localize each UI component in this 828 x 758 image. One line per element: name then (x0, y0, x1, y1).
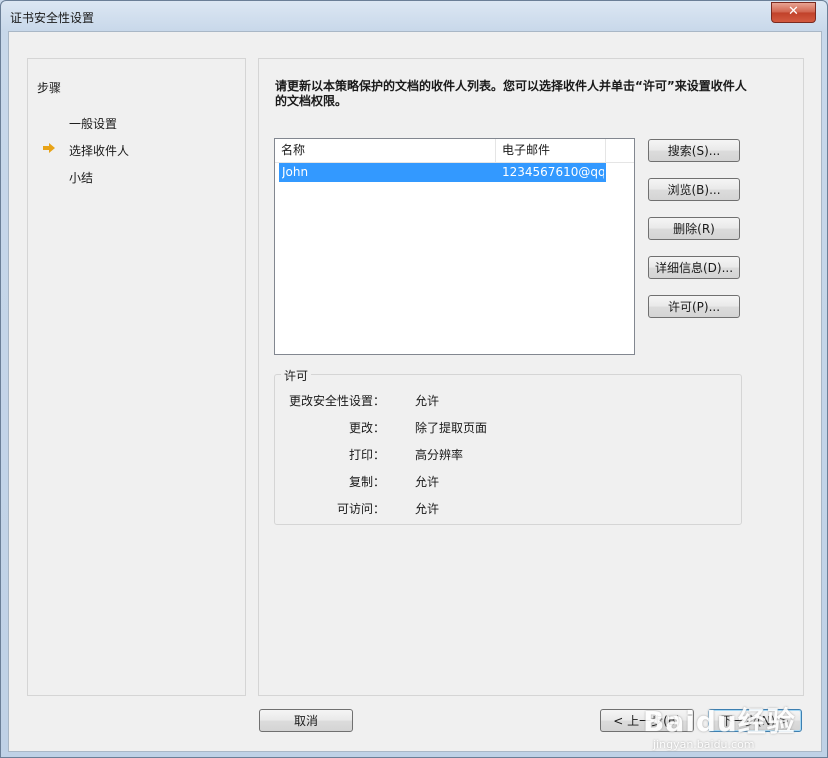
column-header-name[interactable]: 名称 (275, 139, 496, 162)
baidu-watermark: Baidu经验 jingyan.baidu.com (643, 700, 796, 751)
perm-label-accessible: 可访问： (336, 502, 385, 516)
main-panel: 请更新以本策略保护的文档的收件人列表。您可以选择收件人并单击“许可”来设置收件人… (258, 58, 804, 696)
recipient-name: John (282, 165, 309, 179)
steps-panel: 步骤 一般设置 选择收件人 小结 (27, 58, 246, 696)
step-select-recipients: 选择收件人 (69, 144, 130, 158)
close-button[interactable]: ✕ (771, 2, 816, 23)
recipient-email: 1234567610@qq.... (502, 165, 604, 179)
perm-label-change-security: 更改安全性设置： (288, 394, 385, 408)
instructions-text: 请更新以本策略保护的文档的收件人列表。您可以选择收件人并单击“许可”来设置收件人… (275, 79, 747, 108)
list-row-selected[interactable]: John 1234567610@qq.... (279, 163, 606, 182)
delete-button[interactable]: 删除(R) (648, 217, 740, 240)
perm-value-change: 除了提取页面 (415, 421, 488, 435)
cancel-button[interactable]: 取消 (259, 709, 353, 732)
watermark-sub-text: jingyan.baidu.com (653, 738, 755, 751)
perm-label-copy: 复制： (348, 475, 385, 489)
close-icon: ✕ (788, 4, 799, 19)
permissions-group: 许可 更改安全性设置： 允许 更改： 除了提取页面 打印： 高分辨率 复制： 允… (274, 367, 742, 525)
dialog-client-area: 步骤 一般设置 选择收件人 小结 请更新以本策略保护的文档的收件人列表。您可以选… (8, 31, 822, 752)
search-button[interactable]: 搜索(S)... (648, 139, 740, 162)
list-header: 名称 电子邮件 (275, 139, 634, 163)
watermark-main-text: Baidu经验 (643, 705, 796, 738)
permissions-group-title: 许可 (281, 367, 312, 384)
recipients-list[interactable]: 名称 电子邮件 John 1234567610@qq.... (274, 138, 635, 355)
step-general-settings: 一般设置 (69, 117, 118, 131)
perm-label-change: 更改： (348, 421, 385, 435)
dialog-window: 证书安全性设置 ✕ 步骤 一般设置 选择收件人 小结 请更新以本策略保护的文档的… (0, 0, 828, 758)
perm-label-print: 打印： (348, 448, 385, 462)
perm-value-change-security: 允许 (415, 394, 440, 408)
permissions-button[interactable]: 许可(P)... (648, 295, 740, 318)
details-button[interactable]: 详细信息(D)... (648, 256, 740, 279)
perm-value-copy: 允许 (415, 475, 440, 489)
title-bar[interactable]: 证书安全性设置 ✕ (1, 1, 827, 31)
window-title: 证书安全性设置 (10, 11, 95, 25)
perm-value-accessible: 允许 (415, 502, 440, 516)
column-header-email[interactable]: 电子邮件 (496, 139, 606, 162)
steps-title: 步骤 (37, 81, 62, 95)
current-step-arrow-icon (43, 143, 55, 153)
browse-button[interactable]: 浏览(B)... (648, 178, 740, 201)
step-summary: 小结 (69, 171, 94, 185)
perm-value-print: 高分辨率 (415, 448, 464, 462)
